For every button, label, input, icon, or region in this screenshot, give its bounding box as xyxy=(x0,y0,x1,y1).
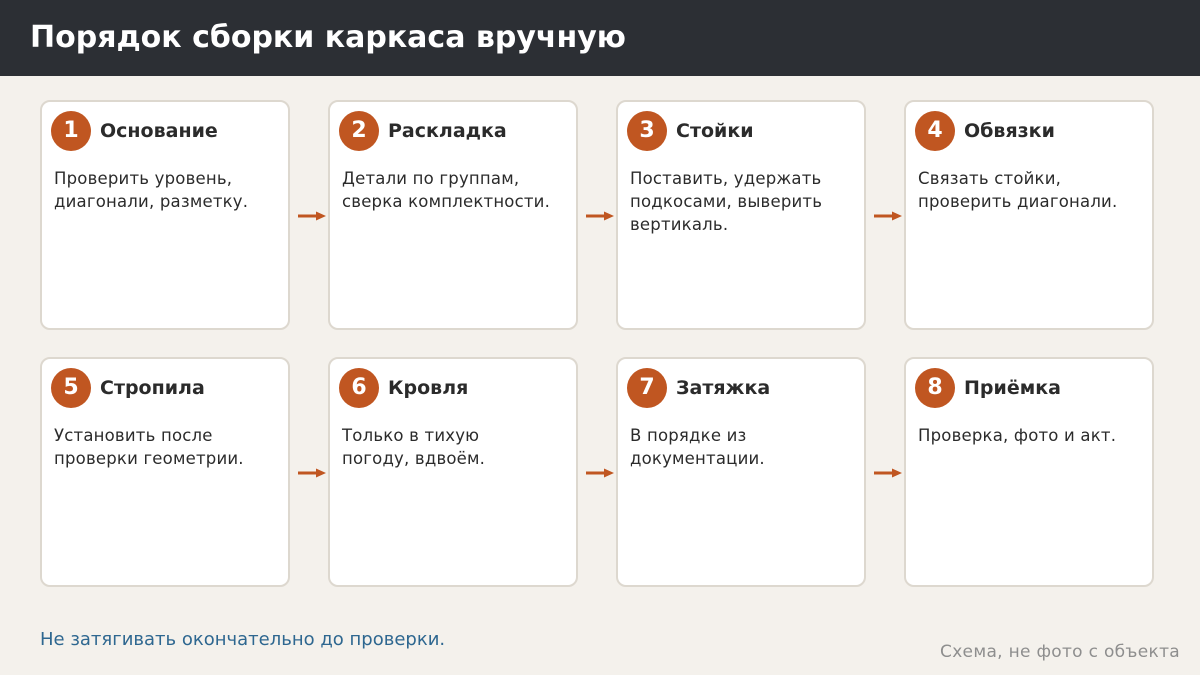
step-title: Раскладка xyxy=(388,120,507,142)
step-card-1: 1 Основание Проверить уровень, диагонали… xyxy=(40,100,290,330)
step-card-4: 4 Обвязки Связать стойки, проверить диаг… xyxy=(904,100,1154,330)
step-description: Только в тихую погоду, вдвоём. xyxy=(342,426,486,468)
step-number-badge: 4 xyxy=(915,111,955,151)
step-description: Связать стойки, проверить диагонали. xyxy=(918,169,1118,211)
step-card-3: 3 Стойки Поставить, удержать подкосами, … xyxy=(616,100,866,330)
step-card-8: 8 Приёмка Проверка, фото и акт. xyxy=(904,357,1154,587)
step-title: Кровля xyxy=(388,377,469,399)
arrow-right-icon xyxy=(874,468,902,478)
step-description: В порядке из документации. xyxy=(630,426,765,468)
step-card-7: 7 Затяжка В порядке из документации. xyxy=(616,357,866,587)
step-description: Проверка, фото и акт. xyxy=(918,426,1117,445)
step-title: Стропила xyxy=(100,377,205,399)
arrow-right-icon xyxy=(874,211,902,221)
step-number-badge: 3 xyxy=(627,111,667,151)
arrow-right-icon xyxy=(298,468,326,478)
step-title: Приёмка xyxy=(964,377,1061,399)
step-number-badge: 5 xyxy=(51,368,91,408)
step-description: Проверить уровень, диагонали, разметку. xyxy=(54,169,249,211)
step-title: Основание xyxy=(100,120,218,142)
header-bar: Порядок сборки каркаса вручную xyxy=(0,0,1200,76)
step-card-5: 5 Стропила Установить после проверки гео… xyxy=(40,357,290,587)
page-title: Порядок сборки каркаса вручную xyxy=(30,20,626,55)
step-number-badge: 6 xyxy=(339,368,379,408)
step-number-badge: 2 xyxy=(339,111,379,151)
step-title: Обвязки xyxy=(964,120,1055,142)
image-caption: Схема, не фото с объекта xyxy=(940,642,1180,662)
step-description: Детали по группам, сверка комплектности. xyxy=(342,169,551,211)
step-card-6: 6 Кровля Только в тихую погоду, вдвоём. xyxy=(328,357,578,587)
step-number-badge: 1 xyxy=(51,111,91,151)
step-description: Установить после проверки геометрии. xyxy=(54,426,244,468)
arrow-right-icon xyxy=(298,211,326,221)
step-number-badge: 7 xyxy=(627,368,667,408)
step-number-badge: 8 xyxy=(915,368,955,408)
arrow-right-icon xyxy=(586,468,614,478)
step-title: Стойки xyxy=(676,120,754,142)
step-description: Поставить, удержать подкосами, выверить … xyxy=(630,169,823,234)
arrow-right-icon xyxy=(586,211,614,221)
footnote-warning: Не затягивать окончательно до проверки. xyxy=(40,629,446,650)
step-title: Затяжка xyxy=(676,377,771,399)
step-card-2: 2 Раскладка Детали по группам, сверка ко… xyxy=(328,100,578,330)
